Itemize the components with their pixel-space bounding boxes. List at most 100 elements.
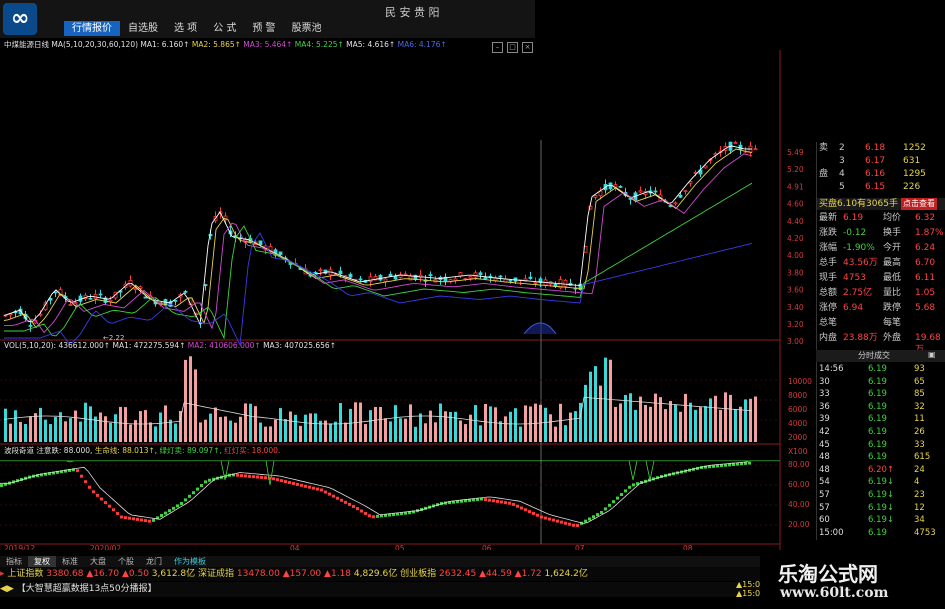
indicator-point: [596, 513, 599, 517]
indicator-point: [80, 474, 83, 478]
trade-row: 30 6.19 65: [819, 376, 925, 387]
volume-bar: [169, 419, 172, 442]
tab-dragon[interactable]: 龙门: [140, 556, 168, 567]
price-tick-label: 4.91: [787, 182, 804, 191]
indicator-tick-label: 20.00: [788, 520, 810, 529]
volume-bar: [314, 413, 317, 442]
indicator-point: [288, 481, 291, 485]
logo-icon[interactable]: ∞: [3, 3, 37, 35]
candle-body: [563, 279, 568, 287]
indicator-point: [188, 494, 191, 498]
volume-bar: [434, 422, 437, 442]
sh-index-name[interactable]: 上证指数: [7, 569, 43, 579]
sz-index-name[interactable]: 深证成指: [198, 569, 234, 579]
volume-bar: [439, 403, 442, 442]
indicator-point: [248, 474, 251, 478]
candle-body: [498, 275, 503, 278]
ma-line: [3, 148, 753, 329]
volume-bar: [729, 394, 732, 442]
trade-row: 45 6.19 33: [819, 439, 925, 450]
volume-bar: [204, 419, 207, 442]
indicator-point: [104, 501, 107, 505]
trade-list-header: 分时成交 ▣: [816, 350, 945, 362]
indicator-point: [332, 494, 335, 498]
volume-bar: [409, 404, 412, 442]
menu-item-watchlist[interactable]: 自选股: [120, 21, 166, 36]
volume-bar: [514, 408, 517, 442]
volume-bar: [84, 402, 87, 442]
indicator-point: [260, 475, 263, 479]
volume-bar: [609, 359, 612, 442]
volume-bar: [294, 414, 297, 442]
menu-item-formula[interactable]: 公 式: [205, 21, 244, 36]
volume-tick-label: 10000: [788, 377, 812, 386]
indicator-point: [608, 503, 611, 507]
volume-bar: [239, 416, 242, 442]
stock-name[interactable]: 中煤能源日线: [4, 40, 49, 49]
price-tick-label: 5.49: [787, 148, 804, 157]
volume-bar: [164, 405, 167, 442]
ticker-arrow-icon[interactable]: ▸: [0, 569, 5, 579]
indicator-point: [292, 481, 295, 485]
volume-bar: [289, 411, 292, 442]
indicator-point: [132, 517, 135, 521]
indicator-point: [244, 474, 247, 478]
status-text[interactable]: 【大智慧超赢数据13点50分播报】: [17, 584, 157, 594]
menu-item-alert[interactable]: 预 警: [244, 21, 283, 36]
tab-indicator[interactable]: 指标: [0, 556, 28, 567]
indicator-point: [240, 474, 243, 478]
volume-bar: [469, 414, 472, 442]
menu-item-quotes[interactable]: 行情报价: [64, 21, 120, 36]
indicator-point: [536, 513, 539, 517]
indicator-point: [92, 490, 95, 494]
ask-row[interactable]: 盘4 6.16 1295: [817, 168, 945, 180]
ask-row[interactable]: 卖2 6.18 1252: [817, 142, 945, 154]
ind-name[interactable]: 波段奇道: [4, 446, 34, 455]
tab-template[interactable]: 作为模板: [168, 556, 212, 567]
indicator-point: [120, 515, 123, 519]
status-arrows-icon[interactable]: ◀▶: [0, 584, 14, 594]
volume-bar: [574, 411, 577, 442]
cy-index-name[interactable]: 创业板指: [400, 569, 436, 579]
candle-body: [68, 303, 73, 306]
tab-standard[interactable]: 标准: [56, 556, 84, 567]
tab-market[interactable]: 大盘: [84, 556, 112, 567]
watermark-url: www.60lt.com: [780, 585, 889, 601]
index-ticker: ▸ 上证指数 3380.68 ▲16.70 ▲0.50 3,612.8亿 深证成…: [0, 567, 760, 581]
volume-bar: [714, 395, 717, 442]
indicator-point: [364, 511, 367, 515]
volume-bar: [259, 422, 262, 442]
candle-body: [128, 280, 133, 287]
ask-row[interactable]: 5 6.15 226: [817, 181, 945, 193]
tab-trades[interactable]: 分时成交: [858, 350, 890, 361]
expand-icon[interactable]: ▣: [928, 350, 936, 359]
indicator-point: [152, 518, 155, 522]
menu-item-stockpool[interactable]: 股票池: [284, 21, 330, 36]
trade-row: 39 6.19 11: [819, 414, 925, 425]
candle-body: [173, 299, 178, 302]
volume-bar: [414, 426, 417, 442]
volume-tick-label: 2000: [788, 433, 807, 442]
candle-body: [473, 272, 478, 278]
tab-stock[interactable]: 个股: [112, 556, 140, 567]
quote-field: 内盘 23.88万 外盘 19.68万: [819, 333, 941, 355]
trade-row: 42 6.19 26: [819, 427, 925, 437]
indicator-line: [0, 461, 749, 524]
menu-item-options[interactable]: 选 项: [166, 21, 205, 36]
indicator-point: [100, 497, 103, 501]
volume-bar: [699, 407, 702, 442]
price-tick-label: 4.60: [787, 200, 804, 209]
candle-body: [458, 272, 463, 277]
ask-row[interactable]: 3 6.17 631: [817, 155, 945, 167]
chart-canvas[interactable]: ←2.22 5.49 5.20 4.91 4.60 4.40 4.20 4.00 3.80 3.…: [0, 50, 816, 550]
view-button[interactable]: 点击查看: [901, 198, 937, 210]
bottom-tabs: 指标 复权 标准 大盘 个股 龙门 作为模板: [0, 556, 760, 567]
indicator-point: [488, 498, 491, 502]
ma-line: [4, 153, 753, 334]
indicator-point: [532, 511, 535, 515]
tab-restore-right[interactable]: 复权: [28, 556, 56, 567]
indicator-point: [144, 519, 147, 523]
candle-body: [678, 194, 683, 198]
volume-bar: [249, 403, 252, 442]
volume-bar: [9, 423, 12, 442]
